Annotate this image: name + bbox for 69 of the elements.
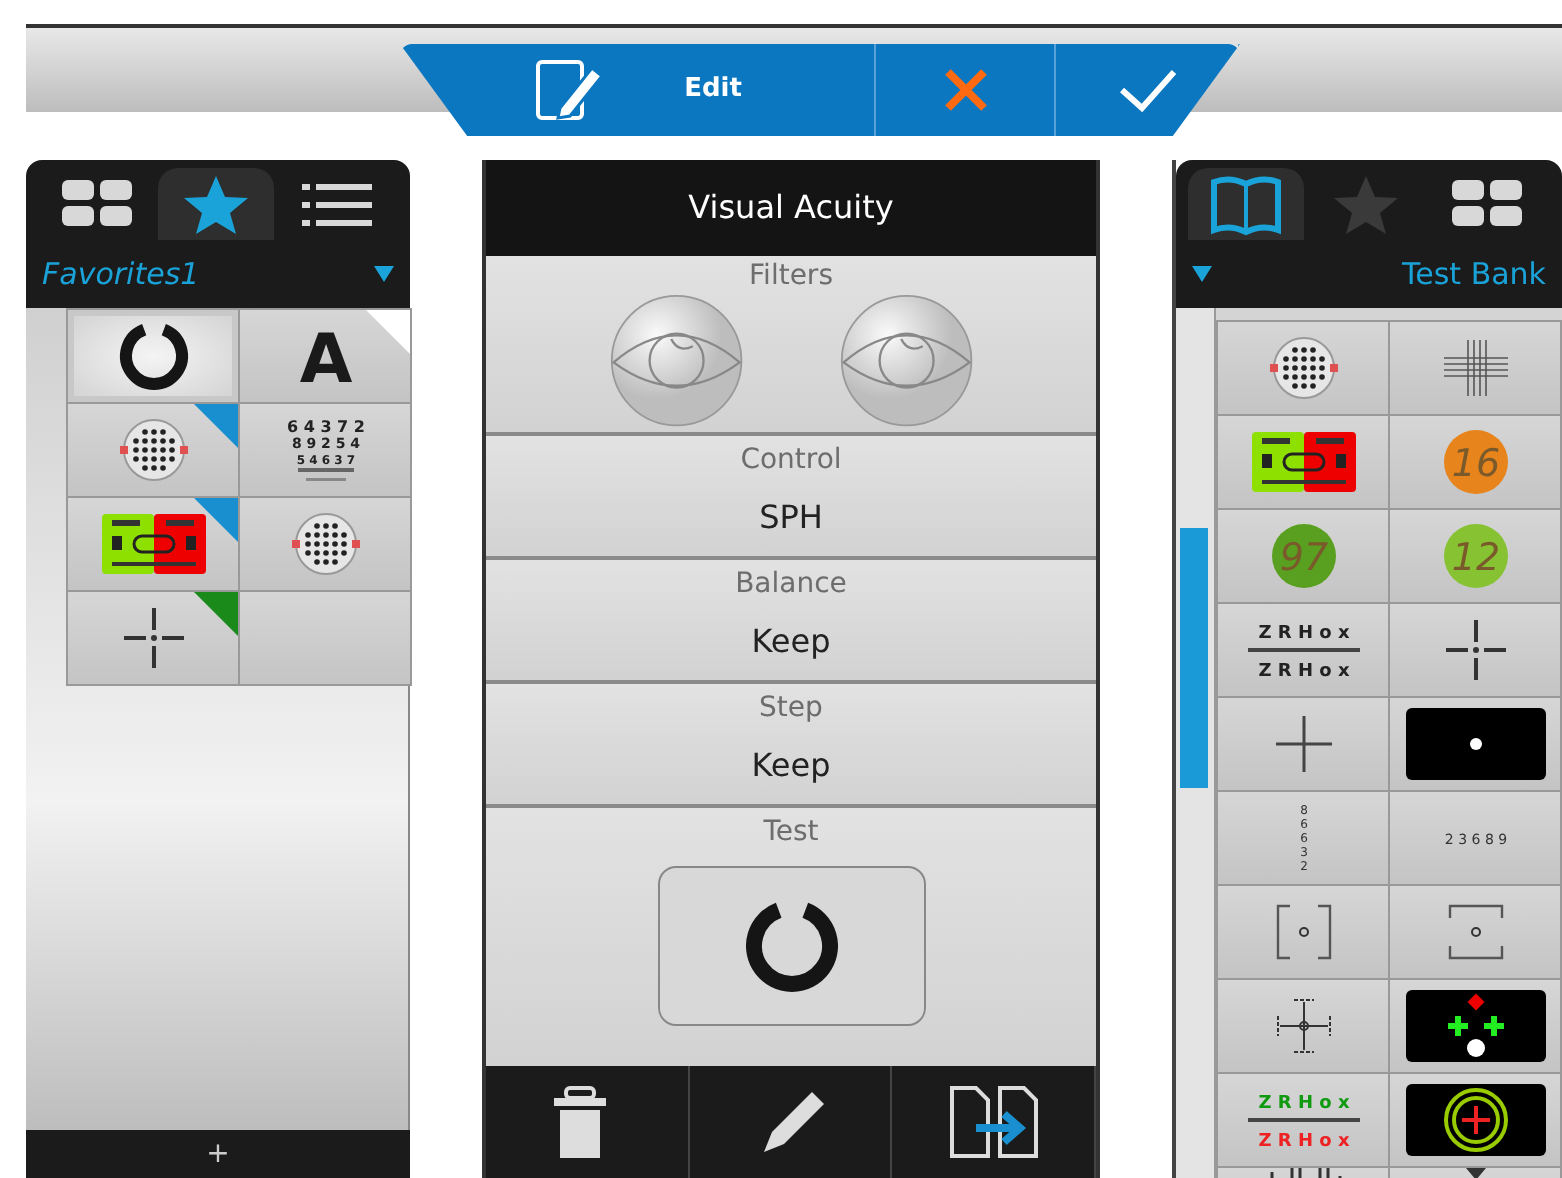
test-tile[interactable] — [68, 592, 238, 684]
section-label: Control — [740, 442, 842, 480]
test-tile[interactable] — [1390, 698, 1560, 790]
test-tile[interactable] — [68, 310, 238, 402]
crosshair-icon — [1271, 994, 1335, 1058]
corner-frame-icon — [1445, 902, 1505, 962]
ring-target-icon — [1405, 1084, 1545, 1156]
eye-icon — [609, 294, 743, 428]
test-tile[interactable] — [240, 498, 410, 590]
book-icon — [1208, 172, 1284, 236]
plate-number: 97 — [1278, 536, 1328, 580]
tab[interactable] — [1188, 168, 1304, 240]
add-button[interactable]: + — [26, 1130, 410, 1178]
section-label: Filters — [749, 258, 833, 296]
ring-icon — [745, 900, 837, 992]
test-tile[interactable] — [1218, 698, 1388, 790]
chart-line: Z R H o x — [1257, 1094, 1349, 1114]
edit-button[interactable]: Edit — [400, 44, 876, 136]
cross-icon — [121, 606, 185, 670]
panel-title: Visual Acuity — [688, 186, 894, 230]
test-tile[interactable] — [1390, 604, 1560, 696]
test-tile[interactable] — [1218, 886, 1388, 978]
small-print-drawing — [297, 468, 353, 481]
section-label: Test — [763, 814, 819, 852]
setting-value: SPH — [759, 496, 823, 540]
triangle-icon — [1465, 1168, 1485, 1178]
dropdown-arrow-icon — [1192, 266, 1212, 282]
dropdown-arrow-icon — [374, 266, 394, 282]
test-button[interactable] — [657, 866, 925, 1026]
duochrome-icon — [101, 514, 205, 574]
tab[interactable] — [158, 168, 274, 240]
test-tile[interactable] — [1390, 1074, 1560, 1166]
copy-file-icon — [947, 1084, 1040, 1160]
test-tile[interactable] — [1218, 322, 1388, 414]
test-tile[interactable] — [240, 592, 410, 684]
test-tile[interactable]: Z R H o x Z R H o x — [1218, 604, 1388, 696]
check-icon — [1117, 64, 1177, 116]
chart-line: Z R H o x — [1257, 624, 1349, 644]
section-label: Step — [759, 690, 823, 728]
line-grid-icon — [1439, 338, 1511, 398]
filter-button[interactable] — [839, 294, 973, 428]
plate-number: 16 — [1450, 442, 1500, 486]
cross-icon — [1443, 618, 1507, 682]
chart-line: 6 4 3 7 2 — [286, 418, 364, 436]
test-tile[interactable] — [1218, 416, 1388, 508]
scrollbar-thumb[interactable] — [1180, 528, 1208, 788]
edit-icon — [532, 56, 605, 124]
duochrome-icon — [1251, 432, 1355, 492]
test-tile[interactable] — [68, 404, 238, 496]
bracket-frame-icon — [1273, 902, 1333, 962]
setting-value: Keep — [751, 620, 831, 664]
chart-letter: A — [298, 320, 352, 396]
filter-button[interactable] — [609, 294, 743, 428]
test-tile[interactable] — [1218, 980, 1388, 1072]
chart-line: Z R H o x — [1257, 662, 1349, 682]
test-tile[interactable] — [68, 498, 238, 590]
test-tile[interactable] — [1390, 322, 1560, 414]
test-tile[interactable] — [1390, 980, 1560, 1072]
test-tile[interactable] — [1390, 886, 1560, 978]
cross-icon — [1271, 712, 1335, 776]
section-label: Balance — [735, 566, 847, 604]
setting-value: Keep — [751, 744, 831, 788]
test-tile[interactable]: A — [240, 310, 410, 402]
dot-target-icon — [1405, 708, 1545, 780]
plate-number: 12 — [1450, 536, 1500, 580]
chart-line: Z R H o x — [1257, 1132, 1349, 1152]
close-icon — [939, 64, 991, 116]
eye-icon — [839, 294, 973, 428]
four-dot-test-icon — [1405, 990, 1545, 1062]
